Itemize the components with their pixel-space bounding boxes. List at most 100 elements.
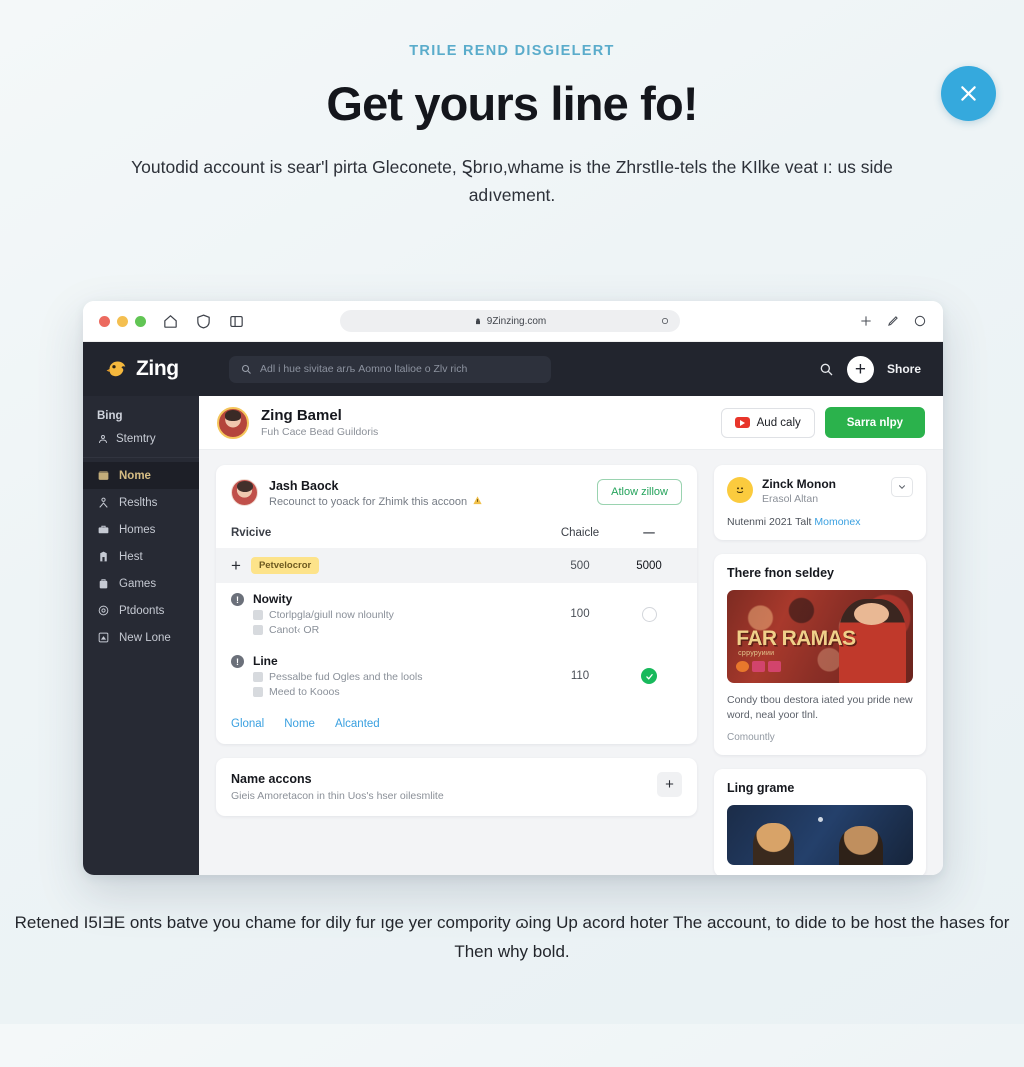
home-icon[interactable] [162, 313, 179, 330]
shield-icon[interactable] [195, 313, 212, 330]
table-header: Rvicive Chaicle — [216, 520, 697, 548]
link-alcanted[interactable]: Alcanted [335, 718, 380, 730]
feed-tag: Comountly [727, 732, 775, 744]
app-header-actions: + Shore [818, 355, 921, 383]
primary-action-button[interactable]: Sarra nlpy [824, 407, 925, 438]
close-window-dot[interactable] [99, 315, 110, 327]
channel-card-header: Jash Baock Recounct to yoack for Zhimk t… [216, 465, 697, 520]
row-detail: Meed to Kooos [253, 686, 423, 698]
check-circle-icon[interactable] [641, 668, 657, 684]
sidebar-item-games[interactable]: Games [83, 570, 199, 597]
channel-subtitle-text: Recounct to yoack for Zhimk this accoon [269, 496, 468, 508]
youtube-icon [734, 417, 750, 428]
accounts-card: Name accons Gieis Amoretacon in thin Uos… [216, 758, 697, 816]
right-profile-meta: Nutenmi 2021 Talt Momonex [727, 516, 913, 528]
add-caly-button[interactable]: Aud caly [720, 407, 815, 438]
browser-chrome: 9Zinzing.com [83, 301, 943, 342]
tabs-icon[interactable] [913, 314, 927, 328]
profile-header: Zing Bamel Fuh Cace Bead Guildoris Aud c… [199, 396, 943, 450]
search-input[interactable]: Adl i hue sivitae arљ Αomno ltalioe o Zl… [229, 355, 551, 383]
sidebar-item-new-lone[interactable]: New Lone [83, 624, 199, 651]
promo-eyebrow: TRILE REND DISGIELERT [409, 43, 615, 59]
sidebar-item-hest[interactable]: Hest [83, 543, 199, 570]
add-account-button[interactable]: + [657, 772, 682, 797]
row-value-secondary: 5000 [636, 559, 662, 572]
profile-name: Zing Bamel [261, 407, 342, 425]
sidebar-item-stemtry[interactable]: Stemtry [97, 433, 185, 445]
row-title: Nowity [253, 592, 293, 606]
profile-subtitle: Fuh Cace Bead Guildoris [261, 425, 379, 438]
accounts-card-title: Name accons [231, 772, 312, 786]
share-button[interactable]: Shore [887, 362, 921, 376]
chevron-down-icon[interactable] [891, 477, 913, 497]
game-card: Ling grame [714, 769, 926, 875]
feed-card-title: There fnon seldey [727, 566, 834, 580]
column-header-3: — [643, 527, 655, 539]
clock-icon: ! [231, 655, 244, 668]
avatar[interactable] [231, 479, 258, 506]
column-header-2: Chaicle [560, 527, 600, 539]
avatar[interactable] [217, 406, 249, 439]
sidebar-item-label: Hest [119, 550, 143, 563]
sidebar-item-nome[interactable]: Nome [83, 462, 199, 489]
main-content: Zing Bamel Fuh Cace Bead Guildoris Aud c… [199, 396, 943, 875]
create-button[interactable]: + [846, 355, 874, 383]
profile-actions: Aud caly Sarra nlpy [720, 407, 925, 438]
right-profile-subtitle: Erasol Altan [762, 493, 819, 505]
app-logo-text: Zing [136, 357, 179, 380]
promo-footer: Retened I5IƎE onts bаtve you chame for d… [14, 913, 1010, 961]
right-profile-meta-link[interactable]: Momonex [814, 516, 860, 528]
thumbnail-title: FAR RAMAS [736, 627, 856, 651]
app-logo[interactable]: Zing [105, 357, 205, 381]
feed-card: There fnon seldey FAR RAMAS срруруиии Co… [714, 554, 926, 756]
user-shield-icon [97, 433, 109, 445]
sidebar-icon[interactable] [228, 313, 245, 330]
emoji-avatar-icon [727, 477, 753, 503]
right-profile-card: Zinck Monon Erasol Altan Nutenmi 2021 Ta… [714, 465, 926, 540]
row-detail-text: Meed to Kooos [269, 686, 340, 698]
row-value: 100 [570, 608, 590, 620]
game-thumbnail[interactable] [727, 805, 913, 866]
sidebar-item-label: Stemtry [116, 433, 156, 445]
game-figure-left [753, 823, 794, 866]
feed-caption: Condy tbou destora iated you pride new w… [727, 694, 913, 722]
close-button[interactable] [941, 66, 996, 121]
row-detail: Canot‹ OR [253, 624, 394, 636]
table-row[interactable]: ! Nowity Ctorlpgla/giull now nlounlty Ca… [216, 583, 697, 645]
sidebar-item-reslths[interactable]: Reslths [83, 489, 199, 516]
reload-icon[interactable] [661, 317, 669, 326]
table-row[interactable]: + Petvelocror 500 5000 [216, 548, 697, 583]
sidebar-item-label: Homes [119, 523, 156, 536]
target-icon [97, 604, 110, 617]
building-icon [97, 550, 110, 563]
address-bar[interactable]: 9Zinzing.com [340, 310, 680, 332]
link-nome[interactable]: Nome [284, 718, 315, 730]
add-caly-label: Aud caly [756, 416, 801, 429]
person-icon [253, 625, 263, 635]
sidebar-item-ptdoonts[interactable]: Ptdoonts [83, 597, 199, 624]
traffic-lights[interactable] [99, 315, 146, 327]
sidebar-item-homes[interactable]: Homes [83, 516, 199, 543]
table-row[interactable]: ! Line Pessalbe fud Ogles and the lools [216, 645, 697, 707]
row-title: Line [253, 654, 278, 668]
channel-info: Jash Baock Recounct to yoack for Zhimk t… [269, 479, 483, 509]
feed-thumbnail[interactable]: FAR RAMAS срруруиии [727, 590, 913, 683]
close-icon [961, 86, 976, 101]
sidebar-brand: Bing [97, 410, 123, 422]
extensions-icon[interactable] [859, 314, 873, 328]
right-profile-name: Zinck Monon [762, 477, 836, 491]
allow-button[interactable]: Atlow zillow [597, 479, 682, 505]
briefcase-icon [97, 523, 110, 536]
right-profile-header: Zinck Monon Erasol Altan [727, 477, 913, 505]
page-title: Get yours line fo! [326, 77, 698, 130]
accounts-card-subtitle: Gieis Amoretacon in thin Uos's hser oile… [231, 790, 444, 802]
link-glonal[interactable]: Glonal [231, 718, 264, 730]
header-search-icon[interactable] [818, 361, 834, 377]
thumbnail-subtitle: срруруиии [738, 649, 775, 657]
empty-circle-icon[interactable] [641, 606, 657, 622]
people-icon [97, 496, 110, 509]
pencil-icon[interactable] [886, 314, 900, 328]
zoom-window-dot[interactable] [135, 315, 146, 327]
minimize-window-dot[interactable] [117, 315, 128, 327]
plus-icon[interactable]: + [231, 557, 241, 574]
